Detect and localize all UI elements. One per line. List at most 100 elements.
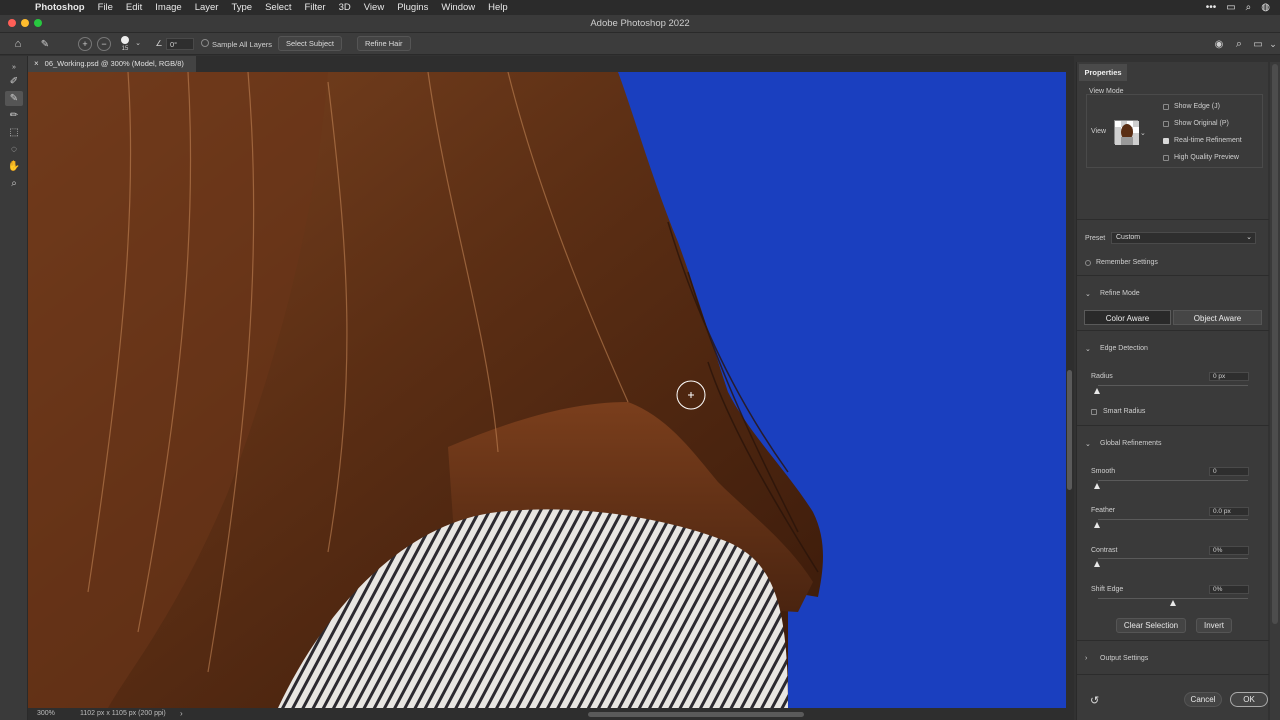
object-aware-button[interactable]: Object Aware [1173,310,1262,325]
workspace-icon[interactable]: ▭ [1251,37,1265,51]
cancel-button[interactable]: Cancel [1184,692,1222,707]
brush-tool-icon[interactable]: ✏ [5,108,23,123]
feather-input[interactable]: 0.0 px [1209,507,1249,516]
shift-edge-input[interactable]: 0% [1209,585,1249,594]
invert-button[interactable]: Invert [1196,618,1232,633]
select-subject-button[interactable]: Select Subject [278,36,342,51]
preset-dropdown[interactable]: Custom ⌄ [1111,232,1256,244]
document-tab[interactable]: × 06_Working.psd @ 300% (Model, RGB/8) [28,56,196,72]
output-settings-section[interactable]: › Output Settings [1077,649,1269,669]
panel-scrollbar[interactable] [1270,62,1280,720]
refine-edge-brush-icon[interactable]: ✎ [36,37,54,51]
brush-preset-icon[interactable] [120,35,130,45]
refine-mode-section[interactable]: ⌄ Refine Mode [1077,284,1269,304]
view-thumbnail[interactable] [1114,120,1139,145]
refine-edge-brush-tool-icon[interactable]: ✎ [5,91,23,106]
radius-slider-knob[interactable] [1094,388,1100,394]
window-title: Adobe Photoshop 2022 [590,18,690,29]
object-selection-icon[interactable]: ⬚ [5,125,23,140]
menu-help[interactable]: Help [488,2,508,13]
contrast-input[interactable]: 0% [1209,546,1249,555]
macos-menubar: Photoshop File Edit Image Layer Type Sel… [0,0,1280,15]
subtract-from-selection-icon[interactable]: − [97,37,111,51]
hand-icon[interactable]: ✋ [5,159,23,174]
feather-slider-track[interactable] [1098,519,1248,520]
menu-type[interactable]: Type [231,2,252,13]
more-icon[interactable]: ••• [1206,2,1217,13]
sample-all-layers-label: Sample All Layers [212,39,273,49]
workspace-chevron-icon[interactable]: ⌄ [1268,37,1278,51]
realtime-refinement-checkbox[interactable] [1163,138,1169,144]
angle-icon: ∠ [155,38,163,48]
shift-edge-slider-knob[interactable] [1170,600,1176,606]
chevron-down-icon: ⌄ [1246,234,1252,241]
menu-app-name[interactable]: Photoshop [35,2,85,13]
feather-label: Feather [1091,507,1116,514]
reset-icon[interactable]: ↺ [1090,694,1099,707]
feather-slider-knob[interactable] [1094,522,1100,528]
smooth-slider-track[interactable] [1098,480,1248,481]
edge-detection-section[interactable]: ⌄ Edge Detection [1077,339,1269,359]
menu-plugins[interactable]: Plugins [397,2,428,13]
scroll-thumb[interactable] [1067,370,1072,490]
contrast-slider-track[interactable] [1098,558,1248,559]
menu-edit[interactable]: Edit [126,2,142,13]
window-titlebar: Adobe Photoshop 2022 [0,15,1280,33]
angle-input[interactable]: 0° [166,38,194,50]
smooth-slider-knob[interactable] [1094,483,1100,489]
radius-input[interactable]: 0 px [1209,372,1249,381]
clear-selection-button[interactable]: Clear Selection [1116,618,1186,633]
shift-edge-slider-track[interactable] [1098,598,1248,599]
high-quality-preview-checkbox[interactable] [1163,155,1169,161]
refine-hair-button[interactable]: Refine Hair [357,36,411,51]
sample-all-layers-checkbox[interactable] [201,39,209,47]
radius-slider-track[interactable] [1098,385,1248,386]
edge-detection-heading: Edge Detection [1100,345,1148,352]
tools-panel: » ✐ ✎ ✏ ⬚ ◌ ✋ ⌕ [0,56,28,720]
zoom-icon[interactable]: ⌕ [5,176,23,191]
lasso-icon[interactable]: ◌ [5,142,23,157]
control-center-icon[interactable]: ▭ [1226,2,1235,13]
smart-radius-checkbox[interactable] [1091,409,1097,415]
quick-selection-icon[interactable]: ✐ [5,74,23,89]
show-original-label: Show Original (P) [1174,120,1229,127]
share-icon[interactable]: ◉ [1212,37,1226,51]
canvas[interactable] [28,72,1066,708]
menu-3d[interactable]: 3D [339,2,351,13]
show-edge-checkbox[interactable] [1163,104,1169,110]
divider [1077,425,1269,426]
menu-view[interactable]: View [364,2,384,13]
contrast-slider-knob[interactable] [1094,561,1100,567]
menu-file[interactable]: File [98,2,113,13]
search-icon[interactable]: ⌕ [1232,37,1246,51]
color-aware-button[interactable]: Color Aware [1084,310,1171,325]
smooth-input[interactable]: 0 [1209,467,1249,476]
status-chevron-icon[interactable]: › [180,709,183,718]
panel-scroll-thumb[interactable] [1272,64,1278,624]
collapse-icon[interactable]: » [5,60,23,75]
menu-select[interactable]: Select [265,2,291,13]
search-icon[interactable]: ⌕ [1246,2,1252,13]
close-tab-icon[interactable]: × [34,59,39,68]
smooth-label: Smooth [1091,468,1116,475]
chevron-down-icon[interactable]: ⌄ [134,38,142,48]
menu-layer[interactable]: Layer [195,2,219,13]
home-icon[interactable]: ⌂ [10,37,26,51]
view-chevron-icon[interactable]: ⌄ [1140,129,1146,137]
divider [1077,674,1269,675]
add-to-selection-icon[interactable]: + [78,37,92,51]
show-original-checkbox[interactable] [1163,121,1169,127]
show-edge-label: Show Edge (J) [1174,103,1220,110]
menu-window[interactable]: Window [441,2,475,13]
menu-filter[interactable]: Filter [304,2,325,13]
zoom-level[interactable]: 300% [37,710,55,717]
ok-button[interactable]: OK [1230,692,1268,707]
global-refinements-section[interactable]: ⌄ Global Refinements [1077,434,1269,454]
canvas-vertical-scrollbar[interactable] [1066,72,1074,708]
remember-settings-checkbox[interactable] [1085,260,1091,266]
properties-tab[interactable]: Properties [1079,64,1127,81]
horizontal-scrollbar[interactable] [588,712,804,717]
menu-image[interactable]: Image [155,2,181,13]
chevron-right-icon: › [1085,655,1088,662]
siri-icon[interactable]: ◍ [1261,2,1270,13]
